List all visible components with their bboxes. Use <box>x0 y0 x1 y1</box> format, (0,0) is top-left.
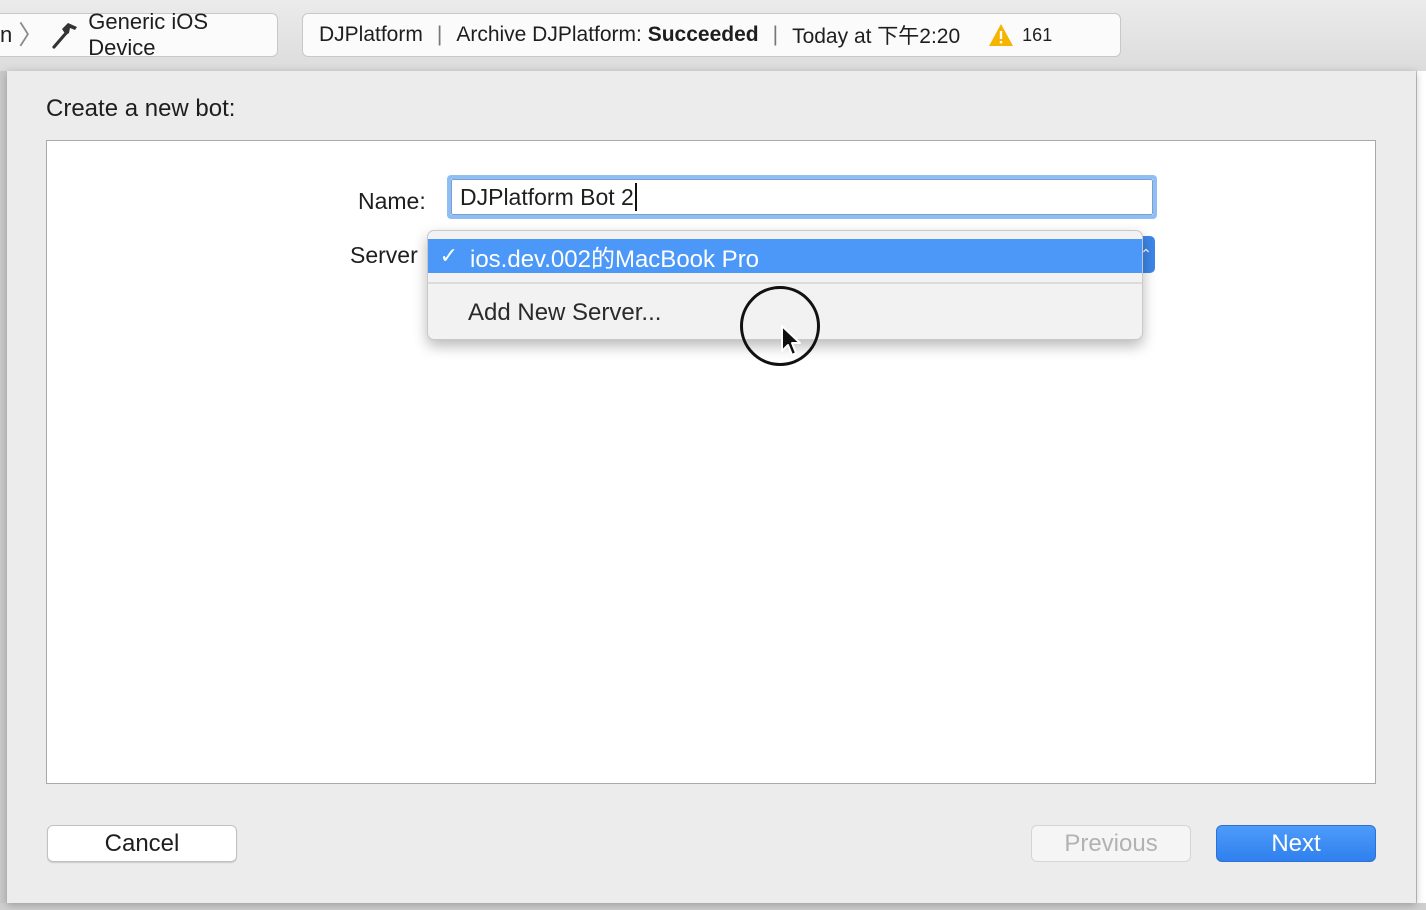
name-field-value: DJPlatform Bot 2 <box>460 183 634 210</box>
name-field[interactable]: DJPlatform Bot 2 <box>447 175 1157 219</box>
activity-separator: | <box>436 23 443 46</box>
create-bot-sheet: Create a new bot: Name: DJPlatform Bot 2… <box>7 71 1416 903</box>
mouse-pointer-icon <box>781 325 801 356</box>
text-caret <box>634 183 637 211</box>
scheme-name-fragment: n <box>0 22 13 47</box>
editor-background-right <box>1416 71 1426 910</box>
activity-status: Archive DJPlatform: Succeeded <box>456 23 758 47</box>
warning-indicator[interactable]: 161 <box>988 23 1052 47</box>
destination-device: Generic iOS Device <box>88 9 209 60</box>
activity-viewer[interactable]: DJPlatform | Archive DJPlatform: Succeed… <box>302 13 1121 57</box>
editor-background-left <box>0 71 7 910</box>
toolbar: n 〉 Generic iOS Device DJPlatform | Arch… <box>0 0 1426 72</box>
previous-button[interactable]: Previous <box>1031 825 1191 862</box>
activity-status-result: Succeeded <box>647 23 759 46</box>
activity-project: DJPlatform <box>319 23 423 46</box>
editor-background-bottom <box>0 903 1426 910</box>
server-label: Server <box>350 242 418 268</box>
checkmark-icon: ✓ <box>439 243 458 268</box>
menu-item-add-new-server[interactable]: Add New Server... <box>468 299 661 327</box>
form-panel: Name: DJPlatform Bot 2 Server ⌃ ✓ ios.de… <box>46 140 1376 784</box>
activity-time: Today at 下午2:20 <box>792 25 961 48</box>
selected-server-label: ios.dev.002的MacBook Pro <box>470 245 760 273</box>
warning-count: 161 <box>1022 24 1053 45</box>
scheme-selector[interactable]: n 〉 Generic iOS Device <box>0 9 278 60</box>
menu-item-selected-server[interactable]: ✓ ios.dev.002的MacBook Pro <box>428 239 1142 273</box>
activity-status-prefix: Archive DJPlatform: <box>456 23 648 46</box>
next-button[interactable]: Next <box>1216 825 1376 862</box>
warning-icon <box>989 24 1014 46</box>
activity-separator: | <box>772 23 779 46</box>
cancel-button[interactable]: Cancel <box>47 825 237 862</box>
name-label: Name: <box>358 188 426 214</box>
sheet-title: Create a new bot: <box>46 95 236 122</box>
chevron-right-icon: 〉 <box>18 20 45 50</box>
hammer-icon <box>50 20 80 50</box>
menu-separator <box>428 282 1142 284</box>
